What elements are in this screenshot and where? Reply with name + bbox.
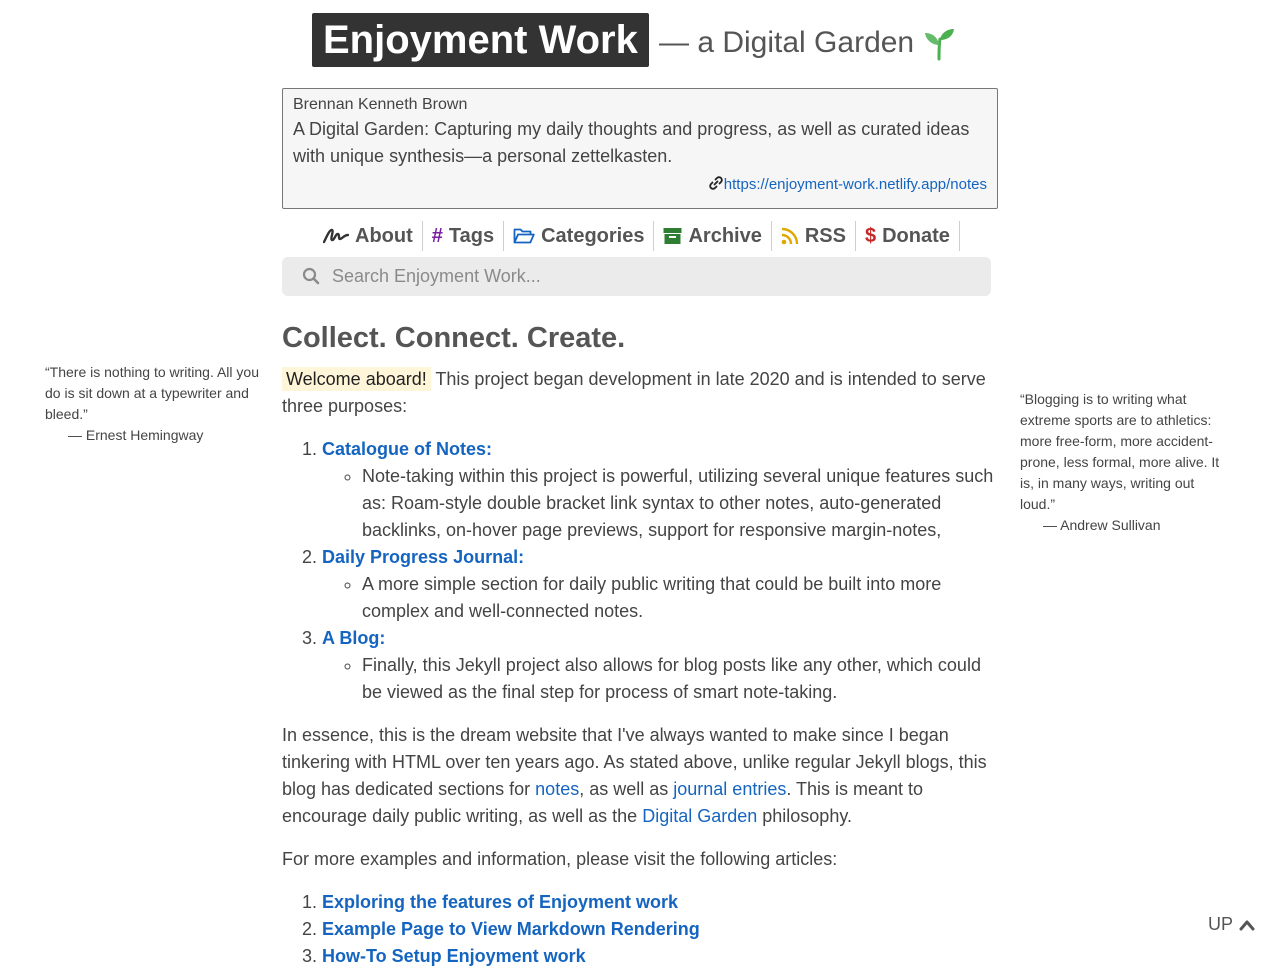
intro-paragraph: Welcome aboard! This project began devel… <box>282 366 998 420</box>
folder-open-icon <box>513 228 535 244</box>
hashtag-icon: # <box>431 225 443 247</box>
list-item: Example Page to View Markdown Rendering <box>322 916 998 943</box>
dollar-icon: $ <box>864 225 877 247</box>
more-info-paragraph: For more examples and information, pleas… <box>282 849 838 869</box>
essence-text-2: , as well as <box>579 779 674 799</box>
article-link[interactable]: How-To Setup Enjoyment work <box>322 946 586 966</box>
author-name: Brennan Kenneth Brown <box>293 96 468 113</box>
sub-list: A more simple section for daily public w… <box>322 571 998 625</box>
list-item: Daily Progress Journal: A more simple se… <box>322 544 998 625</box>
quote-text: “Blogging is to writing what extreme spo… <box>1020 391 1220 512</box>
journal-entries-link[interactable]: journal entries <box>673 779 786 799</box>
nav-donate-label: Donate <box>882 224 950 247</box>
welcome-highlight: Welcome aboard! <box>282 367 431 391</box>
main-nav: About # Tags Categories Archive RSS $ Do… <box>314 221 960 251</box>
signature-icon <box>323 228 349 244</box>
nav-categories[interactable]: Categories <box>504 221 655 251</box>
nav-tags[interactable]: # Tags <box>423 221 505 251</box>
list-item-detail: Finally, this Jekyll project also allows… <box>362 652 998 706</box>
purpose-list: Catalogue of Notes: Note-taking within t… <box>282 436 998 706</box>
sub-list: Finally, this Jekyll project also allows… <box>322 652 998 706</box>
search-box <box>282 257 991 296</box>
chevron-up-icon <box>1239 920 1255 930</box>
essence-paragraph: In essence, this is the dream website th… <box>282 722 998 830</box>
essence-text-4: philosophy. <box>757 806 852 826</box>
site-description: A Digital Garden: Capturing my daily tho… <box>293 119 970 166</box>
site-subtitle-text: — a Digital Garden <box>659 26 915 59</box>
nav-donate[interactable]: $ Donate <box>856 221 960 251</box>
nav-categories-label: Categories <box>541 224 645 247</box>
list-item: Exploring the features of Enjoyment work <box>322 889 998 916</box>
nav-archive[interactable]: Archive <box>654 221 772 251</box>
site-url-link[interactable]: https://enjoyment-work.netlify.app/notes <box>724 176 987 193</box>
margin-quote-left: “There is nothing to writing. All you do… <box>45 362 260 446</box>
list-item-detail: A more simple section for daily public w… <box>362 571 998 625</box>
list-item: A Blog: Finally, this Jekyll project als… <box>322 625 998 706</box>
digital-garden-link[interactable]: Digital Garden <box>642 806 757 826</box>
list-item-detail: Note-taking within this project is power… <box>362 463 998 544</box>
nav-archive-label: Archive <box>688 224 762 247</box>
site-subtitle: — a Digital Garden <box>659 23 956 63</box>
quote-author: — Andrew Sullivan <box>1043 517 1161 533</box>
article-link[interactable]: Example Page to View Markdown Rendering <box>322 919 700 939</box>
list-item: How-To Setup Enjoyment work <box>322 943 998 970</box>
rss-icon <box>781 227 799 245</box>
daily-progress-journal-link[interactable]: Daily Progress Journal: <box>322 547 524 567</box>
margin-quote-right: “Blogging is to writing what extreme spo… <box>1020 389 1225 536</box>
sub-list: Note-taking within this project is power… <box>322 463 998 544</box>
page-heading: Collect. Connect. Create. <box>282 322 626 354</box>
search-input[interactable] <box>330 257 970 296</box>
sprout-icon <box>925 29 955 61</box>
nav-rss[interactable]: RSS <box>772 221 856 251</box>
nav-about[interactable]: About <box>314 221 423 251</box>
catalogue-of-notes-link[interactable]: Catalogue of Notes: <box>322 439 492 459</box>
quote-author: — Ernest Hemingway <box>68 427 204 443</box>
scroll-up-button[interactable]: UP <box>1208 914 1255 935</box>
site-header: Enjoyment Work — a Digital Garden <box>0 13 1280 69</box>
profile-box: Brennan Kenneth Brown A Digital Garden: … <box>282 88 998 209</box>
quote-text: “There is nothing to writing. All you do… <box>45 364 259 422</box>
nav-tags-label: Tags <box>448 224 495 247</box>
blog-link[interactable]: A Blog: <box>322 628 385 648</box>
archive-box-icon <box>663 228 682 244</box>
search-icon <box>302 267 320 285</box>
up-label: UP <box>1208 914 1234 934</box>
link-icon <box>709 176 723 190</box>
nav-rss-label: RSS <box>804 224 846 247</box>
article-link[interactable]: Exploring the features of Enjoyment work <box>322 892 678 912</box>
main-content: Collect. Connect. Create. Welcome aboard… <box>282 318 998 970</box>
profile-link-row: https://enjoyment-work.netlify.app/notes <box>708 175 987 195</box>
site-title-link[interactable]: Enjoyment Work <box>312 13 649 67</box>
nav-about-label: About <box>355 224 413 247</box>
list-item: Catalogue of Notes: Note-taking within t… <box>322 436 998 544</box>
notes-link[interactable]: notes <box>535 779 579 799</box>
articles-list: Exploring the features of Enjoyment work… <box>282 889 998 970</box>
